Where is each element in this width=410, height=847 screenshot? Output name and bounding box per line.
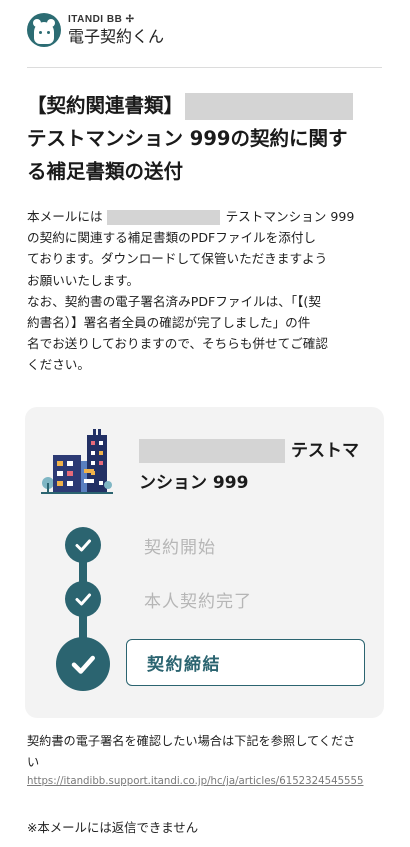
step-contract-concluded: 契約締結 xyxy=(126,639,365,686)
redacted-block xyxy=(185,93,354,120)
check-circle-icon xyxy=(65,527,101,563)
redacted-block xyxy=(139,439,285,463)
property-name-text: テストマ xyxy=(291,441,359,461)
email-body: 本メールには テストマンション 999 の契約に関連する補足書類のPDFファイルを… xyxy=(27,206,387,376)
body-text: 約書名）】署名者全員の確認が完了しました」の件 xyxy=(27,315,311,331)
redacted-block xyxy=(106,210,220,225)
body-text: 名でお送りしておりますので、そちらも併せてご確認 xyxy=(27,336,328,352)
email-title: 【契約関連書類】 テストマンション 999の契約に関す る補足書類の送付 xyxy=(27,89,387,188)
step-contract-start: 契約開始 xyxy=(65,527,216,563)
contract-status-card: テストマ ンション 999 契約開始 本人契約完了 契約締結 xyxy=(25,407,384,718)
step-label: 契約締結 xyxy=(147,655,221,675)
no-reply-notice: ※本メールには返信できません xyxy=(27,820,199,835)
title-line: テストマンション 999の契約に関す xyxy=(27,127,348,150)
product-name: 電子契約くん xyxy=(68,26,165,46)
title-line: る補足書類の送付 xyxy=(27,160,184,183)
property-name: テストマ ンション 999 xyxy=(139,435,373,499)
body-text: なお、契約書の電子署名済みPDFファイルは、「【(契 xyxy=(27,293,321,309)
step-self-contract-complete: 本人契約完了 xyxy=(65,581,252,617)
step-label: 契約開始 xyxy=(144,537,216,558)
body-text: 本メールには xyxy=(27,209,103,224)
app-header: ITANDI BB ✢ 電子契約くん xyxy=(27,10,164,50)
brand-name: ITANDI BB ✢ xyxy=(68,13,135,25)
body-text: テストマンション 999 xyxy=(225,209,355,224)
body-text: の契約に関連する補足書類のPDFファイルを添付し xyxy=(27,230,317,246)
signature-note: 契約書の電子署名を確認したい場合は下記を参照してくださ い xyxy=(27,731,387,773)
note-text: い xyxy=(27,755,40,769)
check-circle-icon xyxy=(56,637,110,691)
header-divider xyxy=(27,67,382,68)
building-icon xyxy=(41,429,113,494)
body-text: お願いいたします。 xyxy=(27,272,140,288)
note-text: 契約書の電子署名を確認したい場合は下記を参照してくださ xyxy=(27,734,356,748)
logo-text: ITANDI BB ✢ 電子契約くん xyxy=(68,14,164,47)
bear-logo-icon xyxy=(27,13,61,47)
title-prefix: 【契約関連書類】 xyxy=(27,94,184,117)
body-text: ください。 xyxy=(27,357,90,373)
check-circle-icon xyxy=(65,581,101,617)
property-name-text: ンション 999 xyxy=(139,473,249,493)
support-article-link[interactable]: https://itandibb.support.itandi.co.jp/hc… xyxy=(27,776,364,787)
step-contract-concluded-icon-wrap xyxy=(56,637,110,691)
step-label: 本人契約完了 xyxy=(144,591,252,612)
body-text: ております。ダウンロードして保管いただきますよう xyxy=(27,251,328,267)
